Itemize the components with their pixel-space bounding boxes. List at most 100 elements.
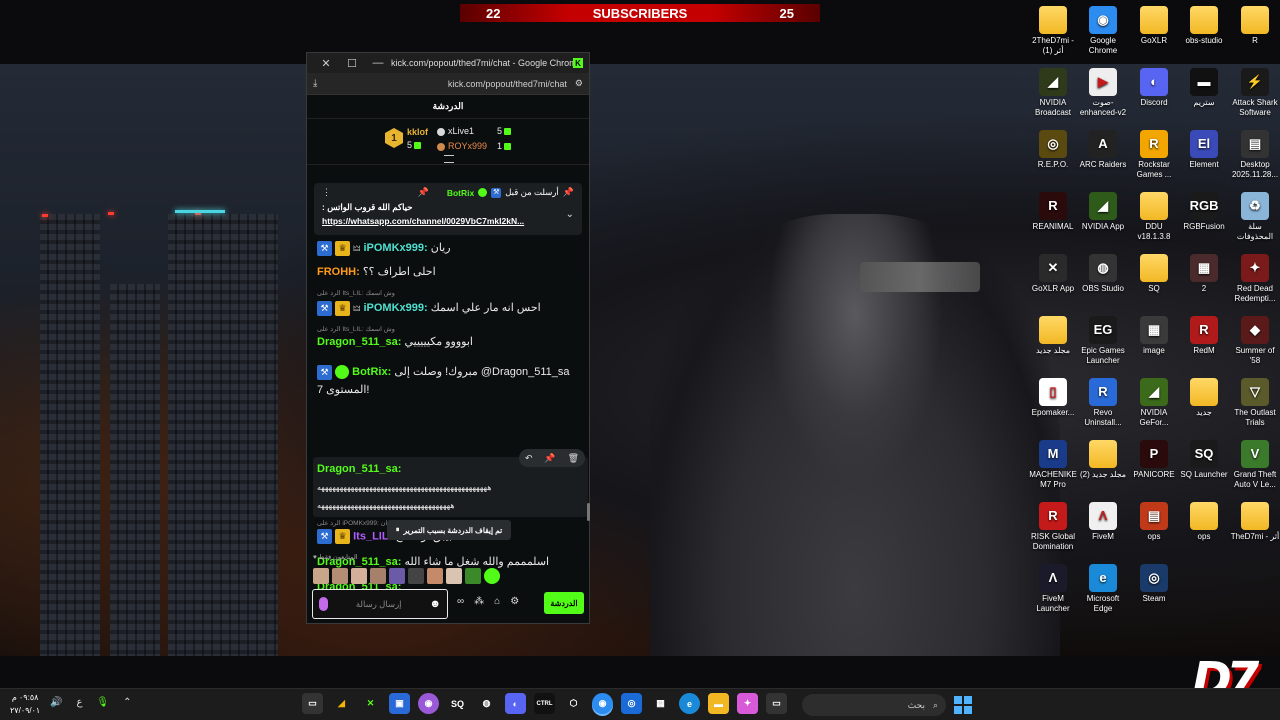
arc-icon[interactable]: ◢ [331, 693, 352, 714]
microphone-tray-icon[interactable]: 🎙 [96, 697, 109, 708]
desktop-icon[interactable]: ▶ صوت-enhanced-v2 [1078, 68, 1128, 117]
desktop-icon[interactable]: ♻ سلة المحذوفات [1230, 192, 1280, 241]
taskbar-clock[interactable]: ٠٩:٥٨ م ٢٧/٠٩/٠١ [10, 691, 40, 717]
desktop-icon[interactable]: جديد [1179, 378, 1229, 418]
chrome-taskbar-icon[interactable]: ◉ [592, 693, 613, 714]
chat-username[interactable]: Its_LIL [353, 530, 388, 542]
desktop-icon[interactable]: ◐ Discord [1129, 68, 1179, 108]
chat-message-input[interactable]: إرسال رسالة ☻ [312, 589, 448, 619]
windows-start-icon[interactable] [954, 696, 972, 714]
chat-message[interactable]: Dragon_511_sa: [317, 463, 579, 475]
chat-username[interactable]: Dragon_511_sa [317, 336, 398, 348]
desktop-icon[interactable]: مجلد جديد [1028, 316, 1078, 356]
obs-taskbar-icon[interactable]: ◍ [476, 693, 497, 714]
desktop-icon[interactable]: ◎ Steam [1129, 564, 1179, 604]
desktop-icon[interactable]: P PANICORE [1129, 440, 1179, 480]
sq-taskbar-icon[interactable]: SQ [447, 693, 468, 714]
chat-username[interactable]: iPOMKx999 [363, 242, 424, 254]
microphone-icon[interactable] [319, 597, 328, 611]
desktop-icon[interactable]: GoXLR [1129, 6, 1179, 46]
desktop-icon[interactable]: R RedM [1179, 316, 1229, 356]
emote-icon[interactable] [408, 568, 424, 584]
desktop-icon[interactable]: ▦ 2 [1179, 254, 1229, 294]
desktop-icon[interactable]: ◉ Google Chrome [1078, 6, 1128, 55]
desktop-icon[interactable]: ✦ Red Dead Redempti... [1230, 254, 1280, 303]
desktop-icon[interactable]: ◍ OBS Studio [1078, 254, 1128, 294]
emote-icon[interactable] [427, 568, 443, 584]
reply-hint[interactable]: الرد على Its_LIL: وش اسمك [317, 289, 395, 297]
desktop-icon[interactable]: ▤ Desktop 2025.11.28... [1230, 130, 1280, 179]
gift-sub-icon[interactable]: ⁂ [474, 596, 484, 607]
chat-username[interactable]: BotRix [352, 366, 387, 378]
desktop-icon[interactable]: ▤ ops [1129, 502, 1179, 542]
ctrl-app-icon[interactable]: CTRL [534, 693, 555, 714]
store-taskbar-icon[interactable]: ▦ [650, 693, 671, 714]
chevron-up-icon[interactable]: ⌃ [123, 697, 131, 708]
speaker-icon[interactable]: 🔊 [50, 697, 62, 708]
desktop-icon[interactable]: SQ SQ Launcher [1179, 440, 1229, 480]
chat-message[interactable]: ⚒ BotRix: مبروك! وصلت إلى @Dragon_511_sa… [317, 363, 579, 399]
emote-icon[interactable] [313, 568, 329, 584]
chat-scrollbar[interactable] [587, 503, 590, 521]
url-text[interactable]: kick.com/popout/thed7mi/chat [317, 79, 575, 89]
address-bar[interactable]: ⤓ kick.com/popout/thed7mi/chat ⚙ [307, 73, 589, 95]
reply-hint[interactable]: الرد على Its_LIL: وش اسمك [317, 325, 395, 333]
chat-username[interactable]: FROHH [317, 266, 356, 278]
language-indicator[interactable]: ع [76, 697, 82, 708]
desktop-icon[interactable]: TheD7mi - أثر [1230, 502, 1280, 542]
emote-icon[interactable] [465, 568, 481, 584]
desktop-icon[interactable]: Λ FiveM Launcher [1028, 564, 1078, 613]
emoji-picker-icon[interactable]: ☻ [429, 598, 441, 610]
desktop-icon[interactable]: Λ FiveM [1078, 502, 1128, 542]
copilot-icon[interactable]: ✦ [737, 693, 758, 714]
desktop-icon[interactable]: RGB RGBFusion [1179, 192, 1229, 232]
chat-message[interactable]: ⚒ ♛ 🜲 iPOMKx999: ريان [317, 239, 579, 256]
outlook-icon[interactable]: ◎ [621, 693, 642, 714]
unpin-icon[interactable]: 📌 [418, 187, 429, 198]
chat-username[interactable]: iPOMKx999 [363, 302, 424, 314]
desktop-icon[interactable]: SQ [1129, 254, 1179, 294]
file-explorer-icon[interactable]: ▬ [708, 693, 729, 714]
chat-username[interactable]: Dragon_511_sa [317, 463, 398, 475]
link-icon[interactable]: ∞ [457, 596, 464, 607]
pinned-link[interactable]: https://whatsapp.com/channel/0029VbC7mkI… [322, 216, 574, 226]
window-app-icon[interactable]: ▣ [389, 693, 410, 714]
minimize-button[interactable]: — [365, 57, 391, 69]
chat-paused-tooltip[interactable]: ⏸ تم إيقاف الدردشة بسبب التمرير [387, 520, 511, 540]
emote-bar[interactable] [313, 568, 500, 584]
task-view-icon[interactable]: ▭ [766, 693, 787, 714]
chat-message[interactable]: FROHH: احلى اطراف ؟؟ [317, 265, 579, 278]
desktop-icon[interactable]: ⚡ Attack Shark Software [1230, 68, 1280, 117]
desktop-icon[interactable]: 2TheD7mi - أثر (1) [1028, 6, 1078, 55]
chevron-down-icon[interactable]: ⌄ [566, 209, 574, 220]
site-settings-icon[interactable]: ⚙ [575, 78, 583, 89]
delete-icon[interactable]: 🗑 [568, 453, 579, 464]
kick-emote-icon[interactable] [484, 568, 500, 584]
desktop-icon[interactable]: e Microsoft Edge [1078, 564, 1128, 613]
desktop-icon[interactable]: ✕ GoXLR App [1028, 254, 1078, 294]
desktop-icon[interactable]: V Grand Theft Auto V Le... [1230, 440, 1280, 489]
discord-taskbar-icon[interactable]: ◐ [505, 693, 526, 714]
desktop-icon[interactable]: R REANIMAL [1028, 192, 1078, 232]
desktop-icon[interactable]: R Revo Uninstall... [1078, 378, 1128, 427]
desktop-icon[interactable]: ops [1179, 502, 1229, 542]
settings-gear-icon[interactable]: ⚙ [510, 596, 519, 607]
desktop-icon[interactable]: ◢ NVIDIA Broadcast [1028, 68, 1078, 117]
reply-hint[interactable]: الرد على iPOMKx999: ريان [317, 519, 392, 527]
desktop-icon[interactable]: ◆ Summer of '58 [1230, 316, 1280, 365]
desktop-icon[interactable]: R Rockstar Games ... [1129, 130, 1179, 179]
terminal-icon[interactable]: ▭ [302, 693, 323, 714]
chat-popup-window[interactable]: ✕ ☐ — kick.com/popout/thed7mi/chat - Goo… [306, 52, 590, 624]
app-purple-icon[interactable]: ◉ [418, 693, 439, 714]
window-titlebar[interactable]: ✕ ☐ — kick.com/popout/thed7mi/chat - Goo… [307, 53, 589, 73]
desktop-icon[interactable]: obs-studio [1179, 6, 1229, 46]
desktop-icon[interactable]: R RISK Global Domination [1028, 502, 1078, 551]
pinned-message[interactable]: ⋮ 📌 BotRix ⚒ أرسلت من قبل 📌 حياكم الله ق… [314, 183, 582, 235]
desktop-icon[interactable]: ◢ NVIDIA GeFor... [1129, 378, 1179, 427]
desktop-icon[interactable]: El Element [1179, 130, 1229, 170]
maximize-button[interactable]: ☐ [339, 57, 365, 70]
chat-message[interactable]: Dragon_511_sa: ابوووو مكيييييي [317, 335, 579, 348]
edge-taskbar-icon[interactable]: e [679, 693, 700, 714]
desktop-icon[interactable]: DDU v18.1.3.8 [1129, 192, 1179, 241]
desktop-icon[interactable]: ▬ ستريم [1179, 68, 1229, 108]
